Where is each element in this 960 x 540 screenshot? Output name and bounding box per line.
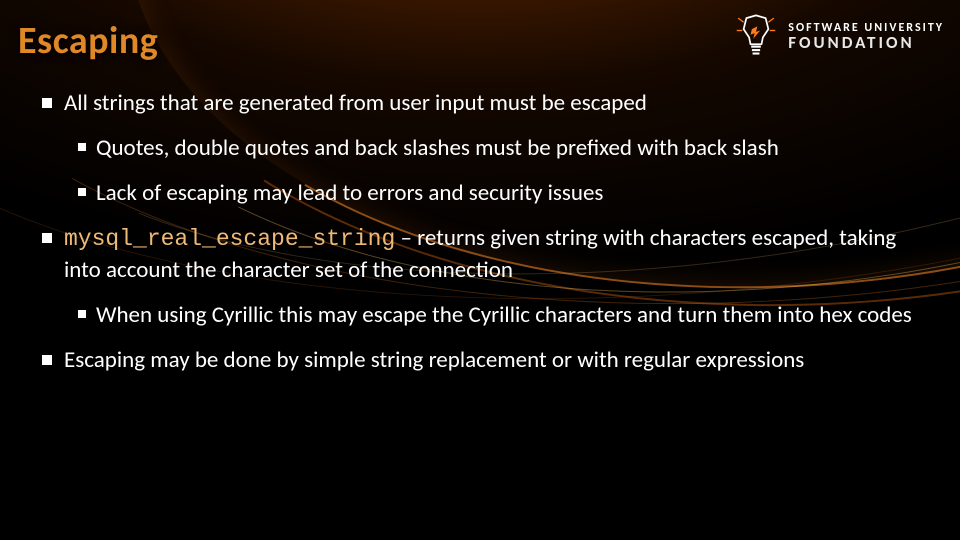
list-item: When using Cyrillic this may escape the … (78, 300, 918, 331)
list-item: Lack of escaping may lead to errors and … (78, 178, 918, 209)
bullet-text: When using Cyrillic this may escape the … (96, 300, 918, 331)
list-item: All strings that are generated from user… (42, 88, 918, 209)
bullet-text: All strings that are generated from user… (64, 88, 918, 119)
slide: Escaping SOFTWARE UNIVERSITY FOUNDATION … (0, 0, 960, 540)
list-item: Quotes, double quotes and back slashes m… (78, 133, 918, 164)
slide-title: Escaping (18, 18, 158, 64)
brand-text: SOFTWARE UNIVERSITY FOUNDATION (788, 22, 944, 51)
lightbulb-icon (734, 14, 778, 58)
bullet-icon (42, 98, 52, 108)
brand-line2: FOUNDATION (788, 34, 944, 51)
bullet-icon (78, 188, 86, 196)
bullet-text: Escaping may be done by simple string re… (64, 345, 918, 376)
bullet-icon (78, 310, 86, 318)
bullet-icon (42, 233, 52, 243)
bullet-text: Quotes, double quotes and back slashes m… (96, 133, 918, 164)
code-span: mysql_real_escape_string (64, 226, 395, 252)
bullet-text: mysql_real_escape_string – returns given… (64, 223, 918, 286)
list-item: Escaping may be done by simple string re… (42, 345, 918, 376)
slide-body: All strings that are generated from user… (42, 88, 918, 390)
bullet-icon (78, 143, 86, 151)
bullet-icon (42, 355, 52, 365)
list-item: mysql_real_escape_string – returns given… (42, 223, 918, 331)
bullet-text: Lack of escaping may lead to errors and … (96, 178, 918, 209)
brand-logo: SOFTWARE UNIVERSITY FOUNDATION (734, 14, 944, 58)
